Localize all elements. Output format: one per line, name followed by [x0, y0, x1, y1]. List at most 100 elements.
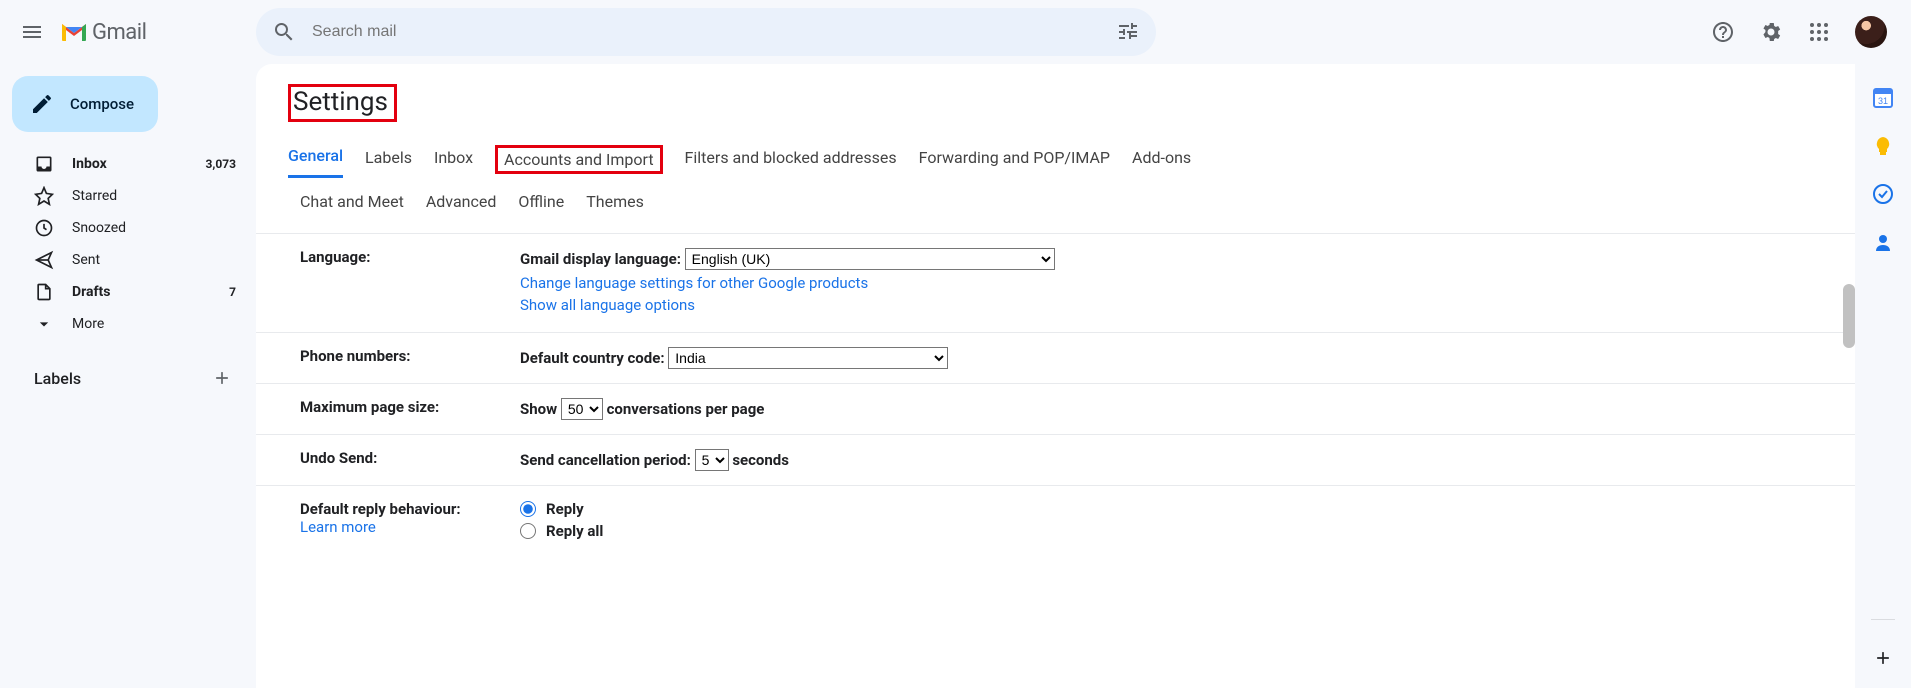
setting-body: Default country code: India — [520, 347, 948, 369]
get-addons-button[interactable] — [1873, 648, 1893, 668]
setting-body: Send cancellation period: 5 seconds — [520, 449, 789, 471]
star-icon — [34, 186, 54, 206]
account-avatar[interactable] — [1855, 16, 1887, 48]
send-icon — [34, 250, 54, 270]
svg-text:31: 31 — [1878, 96, 1888, 106]
gmail-logo-text: Gmail — [92, 20, 146, 45]
labels-title: Labels — [34, 369, 81, 388]
side-divider — [1871, 619, 1895, 620]
gmail-logo[interactable]: Gmail — [60, 20, 146, 45]
sidebar-item-inbox[interactable]: Inbox 3,073 — [8, 148, 248, 180]
sidebar-item-label: Drafts — [72, 284, 229, 300]
display-language-label: Gmail display language: — [520, 250, 681, 268]
pencil-icon — [30, 92, 54, 116]
tab-labels[interactable]: Labels — [365, 142, 412, 177]
undo-seconds-select[interactable]: 5 — [695, 449, 729, 471]
setting-body: Reply Reply all — [520, 500, 603, 544]
nav-list: Inbox 3,073 Starred Snoozed Sent D — [8, 148, 256, 340]
app-root: Gmail — [0, 0, 1911, 688]
support-button[interactable] — [1703, 12, 1743, 52]
show-all-languages-link[interactable]: Show all language options — [520, 296, 695, 314]
tab-inbox[interactable]: Inbox — [434, 142, 473, 177]
reply-radio-label: Reply — [546, 500, 584, 518]
sidebar-item-count: 7 — [229, 285, 236, 299]
tab-addons[interactable]: Add-ons — [1132, 142, 1191, 177]
page-size-select[interactable]: 50 — [561, 398, 603, 420]
sidebar-item-label: Inbox — [72, 156, 206, 172]
calendar-app-button[interactable]: 31 — [1873, 88, 1893, 108]
settings-tabs-row2: Chat and Meet Advanced Offline Themes — [256, 178, 1855, 233]
sidebar-item-more[interactable]: More — [8, 308, 248, 340]
setting-language: Language: Gmail display language: Englis… — [256, 234, 1855, 333]
tab-themes[interactable]: Themes — [586, 186, 644, 221]
tune-icon — [1116, 20, 1140, 44]
tab-offline[interactable]: Offline — [518, 186, 564, 221]
setting-label: Language: — [300, 248, 520, 266]
reply-radio[interactable] — [520, 501, 536, 517]
sidebar: Compose Inbox 3,073 Starred Snoozed — [0, 64, 256, 688]
search-bar — [256, 8, 1156, 56]
keep-icon — [1873, 136, 1893, 156]
search-options-button[interactable] — [1108, 12, 1148, 52]
reply-all-radio[interactable] — [520, 523, 536, 539]
body: Compose Inbox 3,073 Starred Snoozed — [0, 64, 1911, 688]
setting-label: Phone numbers: — [300, 347, 520, 365]
country-code-select[interactable]: India — [668, 347, 948, 369]
tab-accounts-import[interactable]: Accounts and Import — [495, 145, 663, 174]
chevron-down-icon — [34, 314, 54, 334]
reply-option[interactable]: Reply — [520, 500, 603, 518]
settings-button[interactable] — [1751, 12, 1791, 52]
page-title: Settings — [288, 84, 397, 122]
labels-header: Labels — [8, 340, 256, 392]
tasks-app-button[interactable] — [1873, 184, 1893, 204]
search-container — [256, 8, 1156, 56]
main-menu-button[interactable] — [8, 8, 56, 56]
page-title-wrap: Settings — [256, 64, 1855, 130]
setting-undo-send: Undo Send: Send cancellation period: 5 s… — [256, 435, 1855, 486]
learn-more-link[interactable]: Learn more — [300, 518, 376, 536]
help-icon — [1711, 20, 1735, 44]
search-input[interactable] — [304, 23, 1108, 41]
main-content: Settings General Labels Inbox Accounts a… — [256, 64, 1855, 688]
settings-tabs: General Labels Inbox Accounts and Import… — [256, 130, 1855, 178]
tab-chat-meet[interactable]: Chat and Meet — [300, 186, 404, 221]
contacts-app-button[interactable] — [1873, 232, 1893, 252]
undo-suffix: seconds — [732, 451, 789, 469]
sidebar-item-snoozed[interactable]: Snoozed — [8, 212, 248, 244]
reply-all-option[interactable]: Reply all — [520, 522, 603, 540]
compose-label: Compose — [70, 95, 134, 113]
keep-app-button[interactable] — [1873, 136, 1893, 156]
add-label-button[interactable] — [208, 364, 236, 392]
gear-icon — [1759, 20, 1783, 44]
compose-button[interactable]: Compose — [12, 76, 158, 132]
hamburger-icon — [20, 20, 44, 44]
setting-label: Undo Send: — [300, 449, 520, 467]
google-apps-button[interactable] — [1799, 12, 1839, 52]
reply-all-radio-label: Reply all — [546, 522, 603, 540]
sidebar-item-starred[interactable]: Starred — [8, 180, 248, 212]
language-select[interactable]: English (UK) — [685, 248, 1055, 270]
inbox-icon — [34, 154, 54, 174]
setting-page-size: Maximum page size: Show 50 conversations… — [256, 384, 1855, 435]
scrollbar[interactable] — [1843, 284, 1855, 348]
undo-prefix: Send cancellation period: — [520, 451, 691, 469]
setting-default-reply: Default reply behaviour: Learn more Repl… — [256, 486, 1855, 558]
plus-icon — [1873, 648, 1893, 668]
tab-forwarding[interactable]: Forwarding and POP/IMAP — [919, 142, 1110, 177]
search-button[interactable] — [264, 12, 304, 52]
sidebar-item-label: Starred — [72, 188, 236, 204]
apps-grid-icon — [1807, 20, 1831, 44]
header-left: Gmail — [8, 8, 256, 56]
calendar-icon: 31 — [1873, 88, 1893, 108]
tab-advanced[interactable]: Advanced — [426, 186, 497, 221]
sidebar-item-sent[interactable]: Sent — [8, 244, 248, 276]
plus-icon — [212, 368, 232, 388]
sidebar-item-drafts[interactable]: Drafts 7 — [8, 276, 248, 308]
sidebar-item-label: More — [72, 316, 236, 332]
country-code-label: Default country code: — [520, 349, 665, 367]
tab-general[interactable]: General — [288, 140, 343, 178]
setting-body: Gmail display language: English (UK) Cha… — [520, 248, 1055, 318]
tab-filters[interactable]: Filters and blocked addresses — [685, 142, 897, 177]
setting-body: Show 50 conversations per page — [520, 398, 764, 420]
change-language-link[interactable]: Change language settings for other Googl… — [520, 274, 868, 292]
